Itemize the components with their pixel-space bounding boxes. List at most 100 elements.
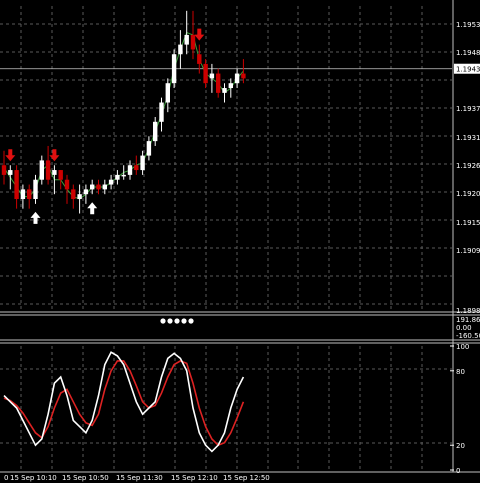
time-label: 15 Sep 10:10	[10, 474, 57, 482]
candle	[45, 145, 51, 185]
sell-arrow-icon	[194, 28, 205, 41]
candle-body	[52, 170, 57, 175]
candle	[234, 68, 240, 89]
candle	[140, 150, 145, 175]
candle-body	[184, 34, 189, 45]
candle-body	[209, 73, 215, 79]
price-tick-label: 1.1915	[456, 219, 480, 227]
stochastic-tick-label: 20	[456, 442, 465, 450]
candle	[33, 174, 38, 204]
candle-body	[58, 170, 63, 180]
candle-body	[121, 174, 126, 177]
candle	[146, 136, 152, 161]
candle-body	[190, 34, 196, 50]
sell-arrow-icon	[5, 149, 16, 162]
candle	[134, 155, 139, 175]
price-tick-label: 1.1937	[456, 105, 480, 113]
candle-body	[33, 179, 38, 200]
candle-body	[115, 174, 120, 180]
candle-body	[90, 184, 95, 190]
indicator-dot	[167, 318, 173, 324]
chart-window: { "colors": { "background": "#000000", "…	[0, 0, 480, 483]
candle-body	[216, 73, 221, 93]
candle-body	[102, 184, 107, 190]
stochastic-tick-label: 0	[456, 467, 460, 475]
candle	[178, 30, 183, 69]
candle-body	[241, 73, 246, 79]
candle	[83, 184, 89, 204]
candle	[127, 160, 133, 180]
candle	[77, 184, 82, 214]
candle-body	[96, 184, 101, 190]
candle-body	[14, 170, 19, 200]
middle-tick-label: 191.86	[456, 316, 480, 324]
candle-body	[203, 63, 208, 84]
candle	[171, 49, 177, 89]
middle-tick-label: -160.50	[456, 332, 480, 340]
candle-body	[8, 170, 13, 175]
candle-body	[153, 121, 158, 142]
candle	[153, 116, 158, 146]
middle-tick-label: 0.00	[456, 324, 472, 332]
candle-body	[140, 155, 145, 171]
candle	[108, 174, 114, 190]
candle	[222, 83, 227, 103]
candle-body	[146, 141, 152, 156]
candle-body	[83, 189, 89, 195]
current-price-label: 1.1943	[456, 66, 480, 74]
candle-body	[64, 179, 70, 190]
candle-body	[45, 160, 51, 180]
forex-chart: 1.1953 1.1948 1.1937 1.1931 1.1926 1.1920 1.19…	[0, 0, 480, 482]
candle	[64, 174, 70, 204]
candle-body	[165, 83, 170, 103]
sell-arrow-icon	[49, 149, 60, 162]
candle	[115, 170, 120, 185]
candle	[39, 155, 44, 185]
candle	[184, 10, 189, 55]
candle-body	[228, 83, 233, 89]
candle-body	[39, 160, 44, 180]
candle	[209, 63, 215, 93]
candle	[71, 184, 76, 209]
candle	[159, 97, 164, 132]
candle	[8, 165, 13, 190]
price-tick-label: 1.1948	[456, 49, 480, 57]
time-label: 15 Sep 12:50	[223, 474, 270, 482]
candle	[165, 78, 170, 113]
candle-body	[77, 194, 82, 200]
candle-body	[134, 165, 139, 171]
candle	[197, 44, 202, 74]
price-tick-label: 1.1920	[456, 190, 480, 198]
indicator-dot	[160, 318, 166, 324]
price-tick-label: 1.1953	[456, 21, 480, 29]
price-tick-label: 1.1931	[456, 134, 480, 142]
candle	[1, 150, 7, 185]
time-label: 0	[4, 474, 8, 482]
candle-body	[20, 189, 26, 200]
stochastic-tick-label: 80	[456, 368, 465, 376]
candle-body	[197, 54, 202, 64]
candle	[121, 165, 126, 180]
stochastic-tick-label: 100	[456, 343, 469, 351]
indicator-dot	[181, 318, 187, 324]
buy-arrow-icon	[87, 202, 98, 215]
candle-body	[71, 189, 76, 200]
candle-body	[178, 44, 183, 55]
candle-body	[171, 54, 177, 84]
indicator-dot	[174, 318, 180, 324]
candle-body	[127, 165, 133, 175]
time-label: 15 Sep 12:10	[171, 474, 218, 482]
candle-body	[108, 179, 114, 185]
candle-body	[27, 189, 32, 200]
indicator-dot	[188, 318, 194, 324]
candle-body	[159, 102, 164, 122]
price-tick-label: 1.1926	[456, 162, 480, 170]
candle-body	[1, 165, 7, 175]
candle	[216, 68, 221, 98]
stochastic-signal-line	[3, 360, 245, 447]
candle	[14, 165, 19, 209]
price-tick-label: 1.1898	[456, 307, 480, 315]
time-label: 15 Sep 10:50	[62, 474, 109, 482]
candle	[203, 59, 208, 89]
candle-body	[222, 88, 227, 93]
